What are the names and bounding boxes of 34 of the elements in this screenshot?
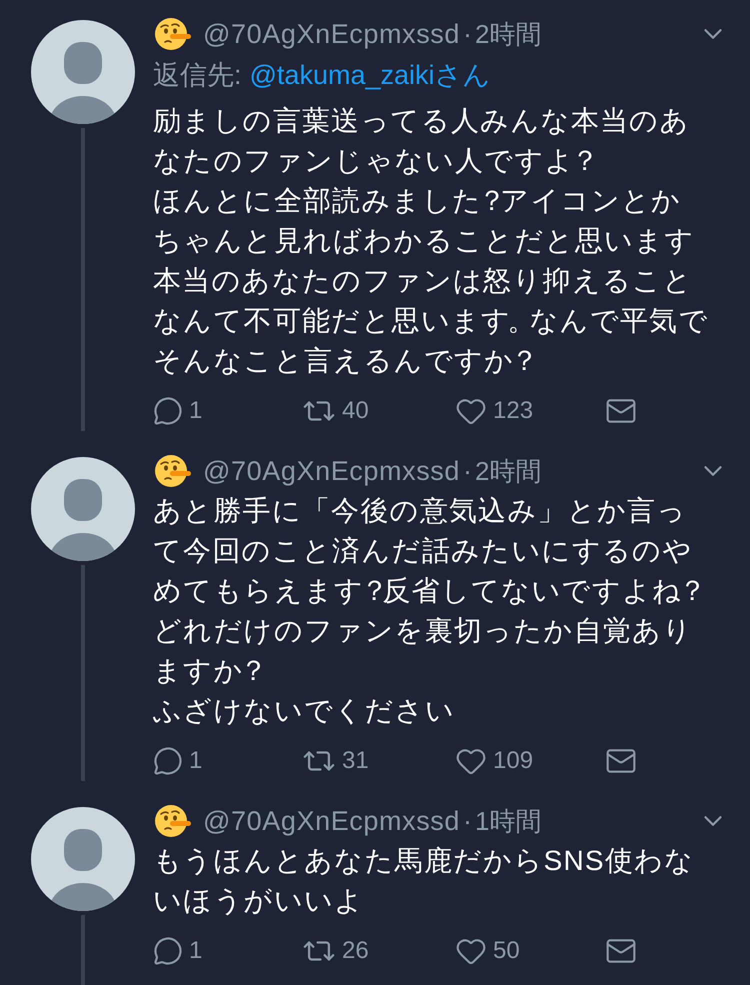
user-handle[interactable]: @70AgXnEcpmxssd <box>203 18 460 50</box>
tweet-text: もうほんとあなた馬鹿だからSNS使わないほうがいいよ <box>153 844 696 918</box>
tweet-text: ふざけないでください <box>153 694 456 728</box>
tweet-text: ほんとに全部読みました？アイコンとかちゃんと見ればわかることだと思います本当のあなたのファンは怒り抑えることなんて不可能だと思います。なんで平気でそんなこと言えるんですか？ <box>153 184 710 378</box>
timestamp: 2時間 <box>475 454 542 488</box>
long-nose-face-icon <box>155 454 191 488</box>
retweet-button[interactable]: 40 <box>302 394 369 428</box>
like-button[interactable]: 50 <box>455 935 520 967</box>
speech-bubble-icon <box>153 936 183 966</box>
timestamp: 2時間 <box>475 18 542 50</box>
tweet-text: 励ましの言葉送ってる人みんな本当のあなたのファンじゃない人ですよ？ <box>153 104 691 178</box>
person-silhouette-icon[interactable] <box>31 20 135 124</box>
long-nose-face-icon <box>155 804 191 838</box>
timestamp: 1時間 <box>475 804 542 838</box>
separator: · <box>463 806 472 836</box>
tweet-text: あと勝手に「今後の意気込み」とか言って今回のこと済んだ話みたいにするのやめてもらえます？反省してないですよね？どれだけのファンを裏切ったか自覚ありますか？ <box>153 494 702 688</box>
reply-button[interactable]: 1 <box>153 746 202 776</box>
user-handle[interactable]: @70AgXnEcpmxssd <box>203 456 460 486</box>
separator: · <box>463 18 472 50</box>
separator: · <box>463 456 472 486</box>
reply-to-label: 返信先: <box>153 59 242 92</box>
speech-bubble-icon <box>153 746 183 776</box>
retweet-button[interactable]: 26 <box>302 934 369 968</box>
mention-link[interactable]: @takuma_zaikiさん <box>250 57 490 93</box>
speech-bubble-icon <box>153 396 183 426</box>
reply-button[interactable]: 1 <box>153 396 202 426</box>
long-nose-face-icon <box>155 17 191 51</box>
retweet-button[interactable]: 31 <box>302 744 369 778</box>
person-silhouette-icon[interactable] <box>31 457 135 561</box>
reply-button[interactable]: 1 <box>153 936 202 966</box>
person-silhouette-icon[interactable] <box>31 807 135 911</box>
user-handle[interactable]: @70AgXnEcpmxssd <box>203 806 460 836</box>
like-button[interactable]: 109 <box>455 745 534 777</box>
like-button[interactable]: 123 <box>455 395 534 427</box>
